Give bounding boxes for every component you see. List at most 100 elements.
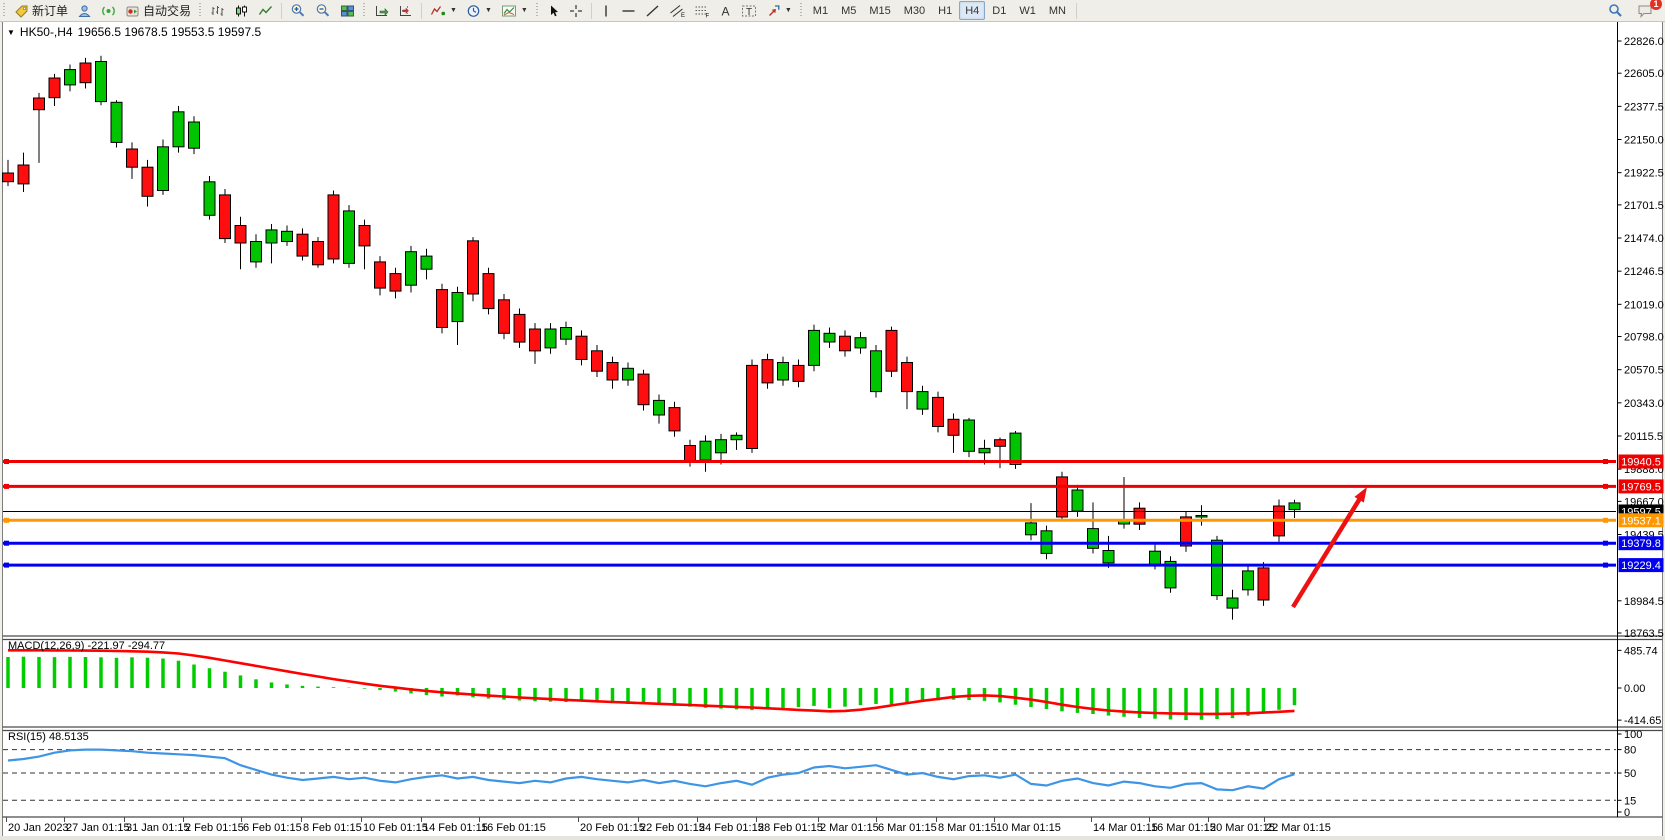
new-order-button[interactable]: 新订单 bbox=[10, 1, 72, 21]
svg-text:10 Mar 01:15: 10 Mar 01:15 bbox=[996, 822, 1061, 834]
svg-text:21474.0: 21474.0 bbox=[1624, 233, 1664, 245]
search-button[interactable] bbox=[1604, 1, 1627, 21]
svg-text:14 Feb 01:15: 14 Feb 01:15 bbox=[423, 822, 488, 834]
svg-text:21019.0: 21019.0 bbox=[1624, 299, 1664, 311]
svg-text:21922.5: 21922.5 bbox=[1624, 168, 1664, 180]
indicators-button[interactable]: ▼ bbox=[426, 1, 461, 21]
bar-chart-button[interactable] bbox=[206, 1, 229, 21]
svg-text:24 Feb 01:15: 24 Feb 01:15 bbox=[699, 822, 764, 834]
horizontal-line-icon bbox=[621, 4, 636, 18]
signals-button[interactable] bbox=[97, 1, 120, 21]
clock-icon bbox=[466, 4, 481, 18]
equidistant-channel-button[interactable]: E bbox=[665, 1, 689, 21]
crosshair-button[interactable] bbox=[565, 1, 587, 21]
text-label-icon: T bbox=[741, 4, 757, 18]
svg-text:20115.5: 20115.5 bbox=[1624, 431, 1663, 443]
cursor-button[interactable] bbox=[543, 1, 564, 21]
svg-text:16 Feb 01:15: 16 Feb 01:15 bbox=[481, 822, 546, 834]
autotrading-icon bbox=[125, 4, 140, 18]
templates-button[interactable]: ▼ bbox=[497, 1, 532, 21]
svg-text:22 Feb 01:15: 22 Feb 01:15 bbox=[640, 822, 705, 834]
new-order-label: 新订单 bbox=[32, 2, 68, 19]
community-button[interactable] bbox=[73, 1, 96, 21]
channel-icon: E bbox=[669, 4, 685, 18]
svg-text:28 Feb 01:15: 28 Feb 01:15 bbox=[758, 822, 823, 834]
svg-text:19769.5: 19769.5 bbox=[1621, 481, 1661, 493]
svg-text:22605.0: 22605.0 bbox=[1624, 68, 1664, 80]
template-icon bbox=[501, 4, 517, 18]
trendline-icon bbox=[645, 4, 660, 18]
svg-text:2 Mar 01:15: 2 Mar 01:15 bbox=[820, 822, 879, 834]
timeframe-m5-button[interactable]: M5 bbox=[835, 1, 862, 20]
timeframe-m15-button[interactable]: M15 bbox=[863, 1, 896, 20]
toolbar-grip[interactable] bbox=[198, 3, 203, 18]
svg-text:10 Feb 01:15: 10 Feb 01:15 bbox=[363, 822, 428, 834]
svg-text:14 Mar 01:15: 14 Mar 01:15 bbox=[1093, 822, 1158, 834]
arrows-button[interactable]: ▼ bbox=[762, 1, 796, 21]
svg-text:0.00: 0.00 bbox=[1624, 683, 1645, 695]
svg-text:6 Mar 01:15: 6 Mar 01:15 bbox=[878, 822, 937, 834]
svg-text:31 Jan 01:15: 31 Jan 01:15 bbox=[126, 822, 190, 834]
autotrading-label: 自动交易 bbox=[143, 2, 191, 19]
svg-text:19537.1: 19537.1 bbox=[1621, 515, 1661, 527]
notifications-button[interactable]: 1 bbox=[1633, 1, 1657, 21]
timeframe-mn-button[interactable]: MN bbox=[1043, 1, 1072, 20]
toolbar-grip[interactable] bbox=[799, 3, 804, 18]
svg-text:80: 80 bbox=[1624, 745, 1636, 757]
svg-text:18763.5: 18763.5 bbox=[1624, 628, 1664, 640]
dropdown-arrow-icon: ▼ bbox=[450, 7, 457, 14]
timeframe-d1-button[interactable]: D1 bbox=[986, 1, 1012, 20]
fibonacci-icon: F bbox=[694, 4, 710, 18]
chart-shift-button[interactable] bbox=[394, 1, 417, 21]
toolbar-separator bbox=[421, 3, 422, 19]
svg-text:T: T bbox=[746, 7, 752, 18]
fibonacci-button[interactable]: F bbox=[690, 1, 714, 21]
line-chart-button[interactable] bbox=[254, 1, 277, 21]
trendline-button[interactable] bbox=[641, 1, 664, 21]
svg-text:A: A bbox=[721, 4, 729, 18]
svg-text:21701.5: 21701.5 bbox=[1624, 200, 1664, 212]
person-icon bbox=[77, 4, 92, 18]
zoom-out-button[interactable] bbox=[311, 1, 335, 21]
vertical-line-button[interactable] bbox=[596, 1, 616, 21]
notification-count-badge: 1 bbox=[1650, 0, 1662, 10]
svg-text:27 Jan 01:15: 27 Jan 01:15 bbox=[66, 822, 130, 834]
vertical-line-icon bbox=[600, 4, 612, 18]
periods-button[interactable]: ▼ bbox=[462, 1, 496, 21]
text-button[interactable]: A bbox=[715, 1, 736, 21]
timeframe-m30-button[interactable]: M30 bbox=[898, 1, 931, 20]
tile-windows-button[interactable] bbox=[336, 1, 359, 21]
svg-text:50: 50 bbox=[1624, 768, 1636, 780]
svg-text:0: 0 bbox=[1624, 807, 1630, 819]
zoom-in-button[interactable] bbox=[286, 1, 310, 21]
svg-text:22377.5: 22377.5 bbox=[1624, 101, 1664, 113]
candlestick-chart-button[interactable] bbox=[230, 1, 253, 21]
timeframe-m1-button[interactable]: M1 bbox=[807, 1, 834, 20]
svg-text:20798.0: 20798.0 bbox=[1624, 332, 1664, 344]
chart-shift-icon bbox=[398, 4, 413, 18]
horizontal-line-button[interactable] bbox=[617, 1, 640, 21]
svg-text:8 Feb 01:15: 8 Feb 01:15 bbox=[303, 822, 362, 834]
autotrading-button[interactable]: 自动交易 bbox=[121, 1, 195, 21]
timeframe-h1-button[interactable]: H1 bbox=[932, 1, 958, 20]
toolbar-separator bbox=[281, 3, 282, 19]
bar-chart-icon bbox=[210, 4, 225, 18]
toolbar-grip[interactable] bbox=[535, 3, 540, 18]
text-label-button[interactable]: T bbox=[737, 1, 761, 21]
svg-text:2 Feb 01:15: 2 Feb 01:15 bbox=[185, 822, 244, 834]
svg-text:100: 100 bbox=[1624, 729, 1642, 741]
new-order-icon bbox=[14, 4, 29, 18]
svg-text:485.74: 485.74 bbox=[1624, 645, 1658, 657]
search-icon bbox=[1608, 3, 1623, 18]
toolbar-grip[interactable] bbox=[2, 3, 7, 18]
timeframe-h4-button[interactable]: H4 bbox=[959, 1, 985, 20]
svg-text:F: F bbox=[705, 13, 709, 18]
toolbar-grip[interactable] bbox=[362, 3, 367, 18]
dropdown-arrow-icon: ▼ bbox=[785, 7, 792, 14]
dropdown-arrow-icon: ▼ bbox=[521, 7, 528, 14]
svg-text:19940.5: 19940.5 bbox=[1621, 456, 1661, 468]
tile-windows-icon bbox=[340, 4, 355, 18]
chart-canvas[interactable]: 22826.022605.022377.522150.021922.521701… bbox=[0, 0, 1665, 840]
timeframe-w1-button[interactable]: W1 bbox=[1013, 1, 1042, 20]
auto-scroll-button[interactable] bbox=[370, 1, 393, 21]
